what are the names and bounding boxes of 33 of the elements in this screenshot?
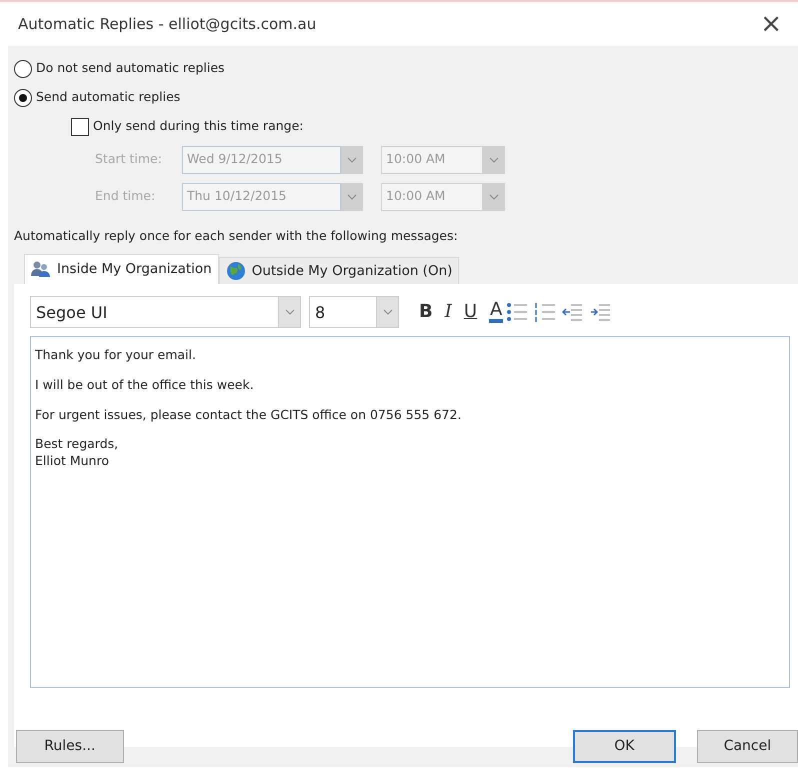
bold-button[interactable]: B — [413, 302, 439, 321]
font-color-button[interactable]: A — [489, 300, 504, 323]
caret-icon — [347, 194, 357, 200]
radio-label[interactable]: Send automatic replies — [36, 88, 180, 107]
message-paragraph: Best regards, Elliot Munro — [35, 436, 120, 470]
field-label: End time: — [95, 187, 156, 206]
close-button[interactable]: × — [760, 11, 782, 37]
window-title: Automatic Replies - elliot@gcits.com.au — [18, 14, 316, 35]
dialog-button[interactable]: Cancel — [696, 730, 798, 763]
dialog-button[interactable]: Rules... — [16, 730, 124, 763]
radio-button[interactable] — [14, 60, 32, 78]
message-editor[interactable]: Thank you for your email. I will be out of the office this week. For urgent issues, please contact the GCITS office on 0756 555 672. Best regards, Elliot Munro — [30, 336, 790, 688]
instruction-text: Automatically reply once for each sender with the following messages: — [14, 227, 459, 245]
font-select[interactable]: Segoe UI — [30, 296, 301, 328]
message-paragraph: For urgent issues, please contact the GCITS office on 0756 555 672. — [35, 406, 462, 424]
caret-icon — [347, 156, 357, 162]
field-label: Start time: — [95, 150, 163, 168]
radio-button[interactable] — [14, 88, 32, 106]
caret-icon — [284, 308, 294, 315]
caret-icon — [382, 308, 392, 315]
caret-icon — [489, 156, 499, 162]
message-paragraph: Thank you for your email. — [35, 346, 197, 364]
dialog-button[interactable]: OK — [572, 730, 676, 763]
caret-icon — [489, 194, 499, 200]
message-paragraph: I will be out of the office this week. — [35, 376, 255, 394]
italic-button[interactable]: I — [438, 302, 458, 321]
font-size-select[interactable]: 8 — [309, 296, 399, 328]
tab[interactable]: Outside My Organization (On) — [218, 256, 460, 284]
people-icon — [31, 260, 51, 278]
tab[interactable]: Inside My Organization — [24, 254, 219, 284]
radio-label[interactable]: Do not send automatic replies — [36, 59, 225, 78]
globe-icon — [226, 260, 246, 281]
underline-button[interactable]: U — [458, 302, 484, 321]
